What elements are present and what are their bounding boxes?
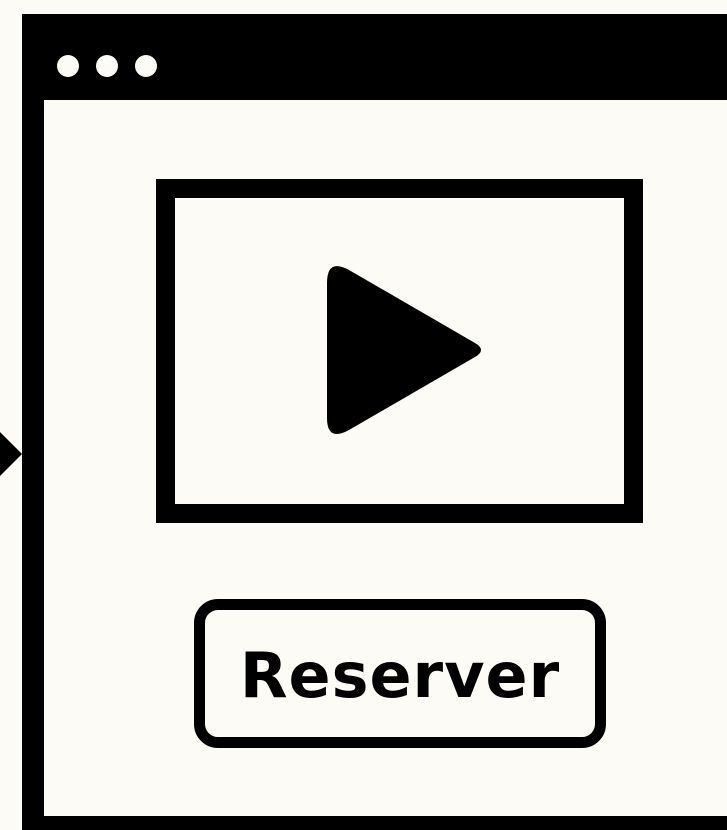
reserve-button[interactable]: Reserver <box>194 599 606 748</box>
left-arrow-icon <box>0 432 22 476</box>
window-content: Reserver <box>44 100 727 816</box>
window-titlebar <box>22 14 727 100</box>
browser-window: Reserver <box>22 14 727 830</box>
window-dot-1 <box>57 55 79 77</box>
video-player[interactable] <box>156 179 643 523</box>
window-dot-2 <box>96 55 118 77</box>
play-icon[interactable] <box>327 258 487 443</box>
reserve-button-label: Reserver <box>239 638 561 712</box>
window-dot-3 <box>135 55 157 77</box>
